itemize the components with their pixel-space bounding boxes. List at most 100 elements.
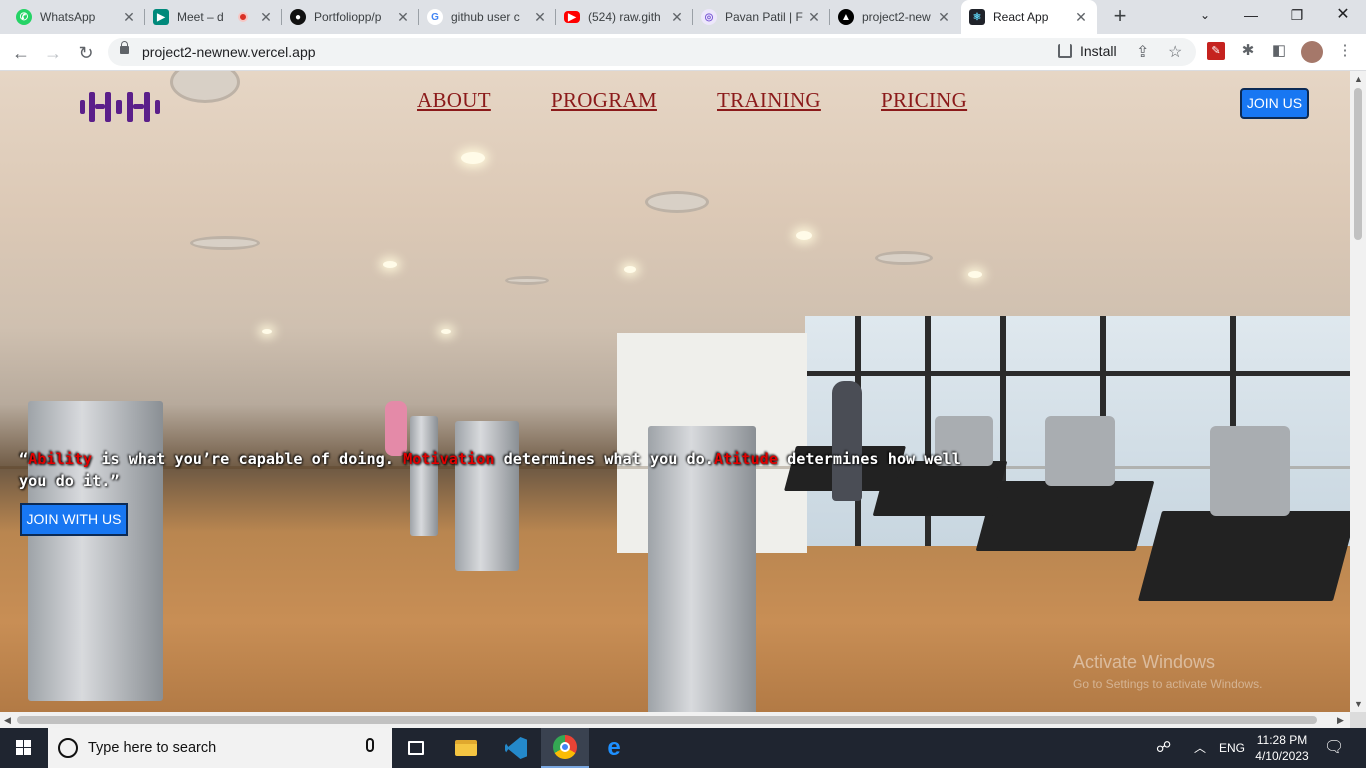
tab-google[interactable]: G github user c ✕ — [419, 0, 556, 34]
start-pane — [24, 748, 31, 755]
task-view-icon[interactable] — [392, 728, 440, 768]
lock-icon[interactable] — [120, 41, 129, 54]
tab-meet[interactable]: ▶ Meet – d ✕ — [145, 0, 282, 34]
ceiling-vent — [645, 191, 709, 213]
close-icon[interactable]: ✕ — [532, 9, 548, 26]
menu-kebab-icon[interactable]: ⋮ — [1336, 42, 1354, 60]
side-panel-icon[interactable]: ◧ — [1270, 42, 1288, 60]
treadmill-console — [1045, 416, 1115, 486]
window-close-icon[interactable]: ✕ — [1320, 0, 1366, 30]
file-explorer-icon[interactable] — [442, 728, 490, 768]
clock-date: 4/10/2023 — [1255, 749, 1309, 763]
tab-youtube[interactable]: ▶ (524) raw.gith ✕ — [556, 0, 693, 34]
gym-machine — [28, 401, 163, 701]
nav-link-pricing[interactable]: PRICING — [881, 88, 967, 113]
system-clock[interactable]: 11:28 PM 4/10/2023 — [1250, 732, 1314, 764]
chrome-glyph — [553, 735, 577, 759]
start-pane — [16, 740, 23, 747]
scroll-thumb[interactable] — [17, 716, 1317, 724]
ceiling-light — [624, 266, 636, 273]
reload-icon[interactable]: ↻ — [74, 41, 98, 65]
chrome-center — [560, 742, 570, 752]
activate-windows-hint: Go to Settings to activate Windows. — [1073, 677, 1263, 691]
bookmark-star-icon[interactable]: ☆ — [1168, 42, 1182, 62]
tab-title: github user c — [451, 10, 520, 24]
close-icon[interactable]: ✕ — [121, 9, 137, 26]
vscode-icon[interactable] — [492, 728, 540, 768]
taskbar-search-box[interactable]: Type here to search — [48, 728, 392, 768]
forward-arrow-icon[interactable]: → — [41, 41, 65, 65]
whatsapp-icon: ✆ — [16, 9, 32, 25]
ceiling-light — [383, 261, 397, 268]
join-with-us-button[interactable]: JOIN WITH US — [20, 503, 128, 536]
window-frame — [805, 371, 1350, 376]
chrome-icon[interactable] — [541, 728, 589, 768]
url-text[interactable]: project2-newnew.vercel.app — [142, 44, 316, 60]
github-icon: ● — [290, 9, 306, 25]
input-language[interactable]: ENG — [1219, 728, 1245, 768]
meet-icon: ▶ — [153, 9, 169, 25]
google-icon: G — [427, 9, 443, 25]
site-logo[interactable] — [80, 92, 160, 122]
scroll-thumb[interactable] — [1354, 88, 1362, 240]
install-app-button[interactable]: Install — [1058, 43, 1117, 59]
tab-whatsapp[interactable]: ✆ WhatsApp ✕ — [8, 0, 145, 34]
hero-section — [0, 71, 1350, 712]
extension-red-icon[interactable]: ✎ — [1207, 42, 1225, 60]
people-icon[interactable]: ☍ — [1156, 728, 1171, 768]
tab-github[interactable]: ● Portfoliopp/p ✕ — [282, 0, 419, 34]
quote-highlight: Atitude — [713, 450, 778, 468]
tray-chevron-up-icon[interactable]: ︿ — [1194, 728, 1206, 768]
tab-react-app[interactable]: ⚛ React App ✕ — [961, 0, 1097, 34]
scroll-down-arrow-icon[interactable]: ▼ — [1354, 699, 1363, 709]
search-placeholder: Type here to search — [88, 740, 217, 756]
extensions-puzzle-icon[interactable]: ✱ — [1239, 42, 1257, 60]
start-pane — [16, 748, 23, 755]
youtube-icon: ▶ — [564, 11, 580, 23]
restore-icon[interactable]: ❐ — [1274, 0, 1320, 30]
back-arrow-icon[interactable]: ← — [9, 41, 33, 65]
microphone-icon[interactable] — [366, 738, 374, 752]
nav-link-about[interactable]: ABOUT — [417, 88, 491, 113]
share-icon[interactable]: ⇪ — [1136, 42, 1149, 62]
portfolio-icon: ◎ — [701, 9, 717, 25]
windows-start-icon[interactable] — [0, 728, 48, 768]
ceiling-vent — [875, 251, 933, 265]
close-icon[interactable]: ✕ — [1073, 9, 1089, 26]
omnibox[interactable]: project2-newnew.vercel.app Install ⇪ ☆ — [108, 38, 1196, 66]
close-icon[interactable]: ✕ — [669, 9, 685, 26]
search-icon — [58, 738, 78, 758]
start-pane — [24, 740, 31, 747]
quote-highlight: Ability — [28, 450, 93, 468]
quote-text: is what you’re capable of doing. — [92, 450, 404, 468]
close-icon[interactable]: ✕ — [936, 9, 952, 26]
tab-title: Meet – d — [177, 10, 224, 24]
close-icon[interactable]: ✕ — [806, 9, 822, 26]
react-icon: ⚛ — [969, 9, 985, 25]
profile-avatar[interactable] — [1301, 41, 1323, 63]
scroll-up-arrow-icon[interactable]: ▲ — [1354, 74, 1363, 84]
vertical-scrollbar[interactable]: ▲ ▼ — [1350, 71, 1366, 712]
new-tab-button[interactable]: + — [1108, 5, 1132, 29]
minimize-icon[interactable]: — — [1228, 0, 1274, 30]
gym-machine — [455, 421, 519, 571]
address-toolbar: ← → ↻ project2-newnew.vercel.app Install… — [0, 34, 1366, 71]
tab-vercel[interactable]: ▲ project2-new ✕ — [830, 0, 960, 34]
recording-indicator-icon — [238, 12, 248, 22]
notifications-icon[interactable]: 🗨 — [1324, 728, 1344, 768]
horizontal-scrollbar[interactable]: ◀ ▶ — [0, 712, 1350, 728]
close-icon[interactable]: ✕ — [395, 9, 411, 26]
scroll-left-arrow-icon[interactable]: ◀ — [4, 715, 11, 726]
nav-link-training[interactable]: TRAINING — [717, 88, 821, 113]
tab-search-chevron-icon[interactable]: ⌄ — [1182, 0, 1228, 30]
tab-portfolio[interactable]: ◎ Pavan Patil | F ✕ — [693, 0, 830, 34]
scroll-right-arrow-icon[interactable]: ▶ — [1337, 715, 1344, 726]
edge-icon[interactable]: e — [590, 728, 638, 768]
tab-title: React App — [993, 10, 1049, 24]
join-us-button[interactable]: JOIN US — [1240, 88, 1309, 119]
nav-link-program[interactable]: PROGRAM — [551, 88, 657, 113]
clock-time: 11:28 PM — [1256, 733, 1308, 747]
close-icon[interactable]: ✕ — [258, 9, 274, 26]
scrollbar-corner — [1350, 712, 1366, 728]
tab-title: (524) raw.gith — [588, 10, 661, 24]
